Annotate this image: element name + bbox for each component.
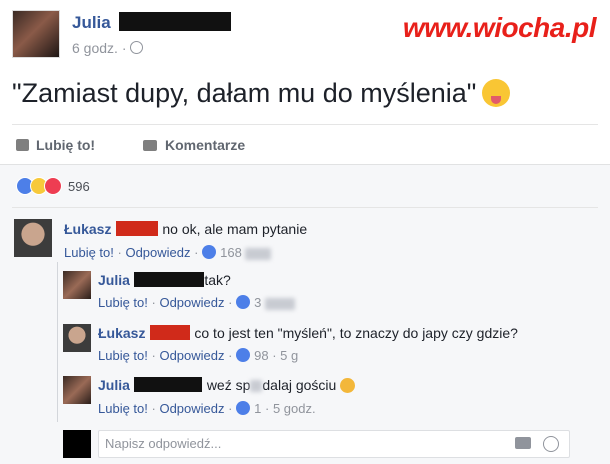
comment-button[interactable]: Komentarze: [143, 137, 245, 153]
unamused-emoji-icon: [340, 378, 356, 393]
like-label: Lubię to!: [36, 137, 96, 153]
comment-reply-link[interactable]: Odpowiedz: [159, 295, 224, 310]
camera-icon[interactable]: [515, 437, 531, 449]
thumbs-up-icon: [202, 245, 217, 259]
comment-body: Julia tak?: [98, 272, 231, 290]
separator: ·: [151, 295, 156, 310]
reaction-count: 596: [68, 178, 90, 194]
redacted-surname: [134, 377, 203, 392]
separator: ·: [194, 245, 199, 260]
post-author[interactable]: Julia: [72, 12, 232, 33]
globe-icon: [130, 41, 144, 54]
like-count[interactable]: 98: [254, 348, 268, 363]
thumbs-up-icon: [236, 348, 251, 362]
redacted-surname: [149, 325, 190, 340]
divider: [12, 207, 598, 208]
separator: ·: [117, 245, 122, 260]
comment-body: Łukasz no ok, ale mam pytanie: [64, 221, 307, 239]
comment-label: Komentarze: [165, 137, 246, 153]
reply-placeholder: Napisz odpowiedź...: [105, 436, 222, 451]
comment-text-start: weź sp: [206, 377, 251, 393]
comment-reply-link[interactable]: Odpowiedz: [159, 401, 224, 416]
reply-input[interactable]: Napisz odpowiedź...: [98, 430, 570, 458]
comment-actions: Lubię to! · Odpowiedz · 3: [98, 295, 295, 310]
divider: [12, 124, 598, 125]
comment-author[interactable]: Łukasz: [98, 325, 145, 341]
avatar[interactable]: [14, 219, 52, 257]
blurred-timestamp: [245, 247, 272, 260]
thumbs-up-icon: [236, 401, 251, 415]
comment-actions: Lubię to! · Odpowiedz · 168: [64, 245, 272, 260]
comment-actions: Lubię to! · Odpowiedz · 1 · 5 godz.: [98, 401, 316, 416]
comment-time[interactable]: 5 godz.: [273, 401, 316, 416]
post-text: "Zamiast dupy, dałam mu do myślenia": [12, 78, 511, 109]
comment-time[interactable]: 5 g: [280, 348, 298, 363]
emoji-icon[interactable]: [543, 436, 559, 452]
thread-line: [57, 262, 58, 422]
reactions-summary[interactable]: 596: [16, 177, 90, 195]
comment-text-end: dalaj gościu: [262, 377, 337, 393]
comment-like-link[interactable]: Lubię to!: [98, 295, 148, 310]
comment-actions: Lubię to! · Odpowiedz · 98 · 5 g: [98, 348, 298, 363]
post-author-avatar[interactable]: [12, 10, 60, 58]
separator: ·: [264, 401, 270, 416]
comment-text: no ok, ale mam pytanie: [162, 221, 308, 237]
avatar[interactable]: [63, 271, 91, 299]
comment-body: Łukasz co to jest ten "myśleń", to znacz…: [98, 325, 518, 343]
comment-author[interactable]: Julia: [98, 377, 130, 393]
comment-text: tak?: [204, 272, 231, 288]
separator: ·: [272, 348, 277, 363]
post-text-body: "Zamiast dupy, dałam mu do myślenia": [12, 78, 477, 108]
separator: ·: [228, 295, 233, 310]
avatar[interactable]: [63, 376, 91, 404]
comments-section: [0, 164, 610, 464]
comment-icon: [143, 140, 157, 151]
comment-like-link[interactable]: Lubię to!: [64, 245, 114, 260]
blurred-word: [250, 379, 263, 392]
comment-text: co to jest ten "myśleń", to znaczy do ja…: [194, 325, 518, 341]
redacted-surname: [134, 272, 205, 287]
comment-author[interactable]: Julia: [98, 272, 130, 288]
post-meta: 6 godz. ·: [72, 40, 144, 56]
redacted-surname: [119, 12, 232, 31]
like-count[interactable]: 3: [254, 295, 261, 310]
like-button[interactable]: Lubię to!: [16, 137, 95, 153]
separator: ·: [151, 348, 156, 363]
comment-reply-link[interactable]: Odpowiedz: [125, 245, 190, 260]
thumbs-up-icon: [16, 139, 29, 151]
separator: ·: [228, 401, 233, 416]
separator: ·: [228, 348, 233, 363]
post-author-name[interactable]: Julia: [72, 13, 111, 32]
comment-like-link[interactable]: Lubię to!: [98, 348, 148, 363]
comment-author[interactable]: Łukasz: [64, 221, 111, 237]
comment-reply-link[interactable]: Odpowiedz: [159, 348, 224, 363]
blurred-timestamp: [264, 297, 295, 310]
current-user-avatar: [63, 430, 91, 458]
like-count[interactable]: 168: [220, 245, 242, 260]
comment-body: Julia weź sp dalaj gościu: [98, 377, 356, 395]
comment-like-link[interactable]: Lubię to!: [98, 401, 148, 416]
winking-tongue-emoji-icon: [482, 79, 511, 107]
redacted-surname: [115, 221, 158, 236]
post-time[interactable]: 6 godz. ·: [72, 40, 126, 56]
like-count[interactable]: 1: [254, 401, 261, 416]
watermark: www.wiocha.pl: [402, 12, 597, 43]
separator: ·: [151, 401, 156, 416]
love-reaction-icon: [44, 177, 62, 195]
thumbs-up-icon: [236, 295, 251, 309]
avatar[interactable]: [63, 324, 91, 352]
